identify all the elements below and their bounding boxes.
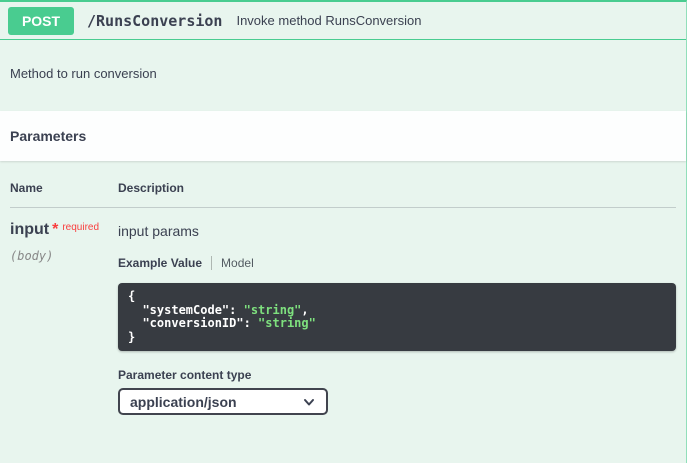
operation-description: Method to run conversion (0, 40, 686, 111)
parameters-section-header: Parameters (0, 111, 686, 161)
parameter-location: (body) (10, 249, 54, 263)
json-line-conversionid: "conversionID": "string" (128, 316, 316, 330)
json-line-open: { (128, 289, 136, 303)
json-line-systemcode: "systemCode": "string", (128, 302, 309, 317)
column-header-name: Name (10, 181, 43, 195)
parameter-name: input * required (10, 221, 118, 239)
chevron-down-icon (304, 398, 314, 405)
example-model-tabs: Example Value Model (118, 256, 676, 270)
http-method-badge: POST (8, 6, 74, 35)
required-label: required (62, 222, 100, 233)
parameter-name-cell: input * required (body) (10, 221, 118, 415)
content-type-select[interactable]: application/json (118, 388, 328, 415)
tab-example-value[interactable]: Example Value (118, 256, 202, 270)
tab-divider (211, 256, 213, 270)
parameter-description-cell: input params Example Value Model { "syst… (118, 221, 676, 415)
operation-summary-text: Invoke method RunsConversion (236, 13, 422, 28)
operation-block-post: POST /RunsConversion Invoke method RunsC… (0, 0, 687, 463)
tab-model[interactable]: Model (221, 256, 254, 270)
parameters-table: Name Description input * required (body) i… (0, 161, 686, 463)
operation-summary-header[interactable]: POST /RunsConversion Invoke method RunsC… (0, 2, 686, 40)
json-line-close: } (128, 329, 136, 344)
example-json-block: { "systemCode": "string", "conversionID"… (118, 283, 676, 351)
operation-path: /RunsConversion (87, 11, 223, 30)
parameter-row-input: input * required (body) input params Examp… (10, 208, 676, 415)
parameter-description-text: input params (118, 223, 199, 239)
column-header-description: Description (118, 181, 185, 195)
parameter-name-text: input (10, 221, 50, 238)
parameters-table-header-row: Name Description (10, 181, 676, 208)
parameter-content-type-label: Parameter content type (118, 368, 252, 382)
swagger-operation-screen: POST /RunsConversion Invoke method RunsC… (0, 0, 690, 463)
parameters-title: Parameters (10, 128, 87, 144)
operation-description-text: Method to run conversion (10, 66, 157, 81)
required-asterisk: * (52, 221, 59, 238)
content-type-selected-value: application/json (130, 393, 237, 410)
